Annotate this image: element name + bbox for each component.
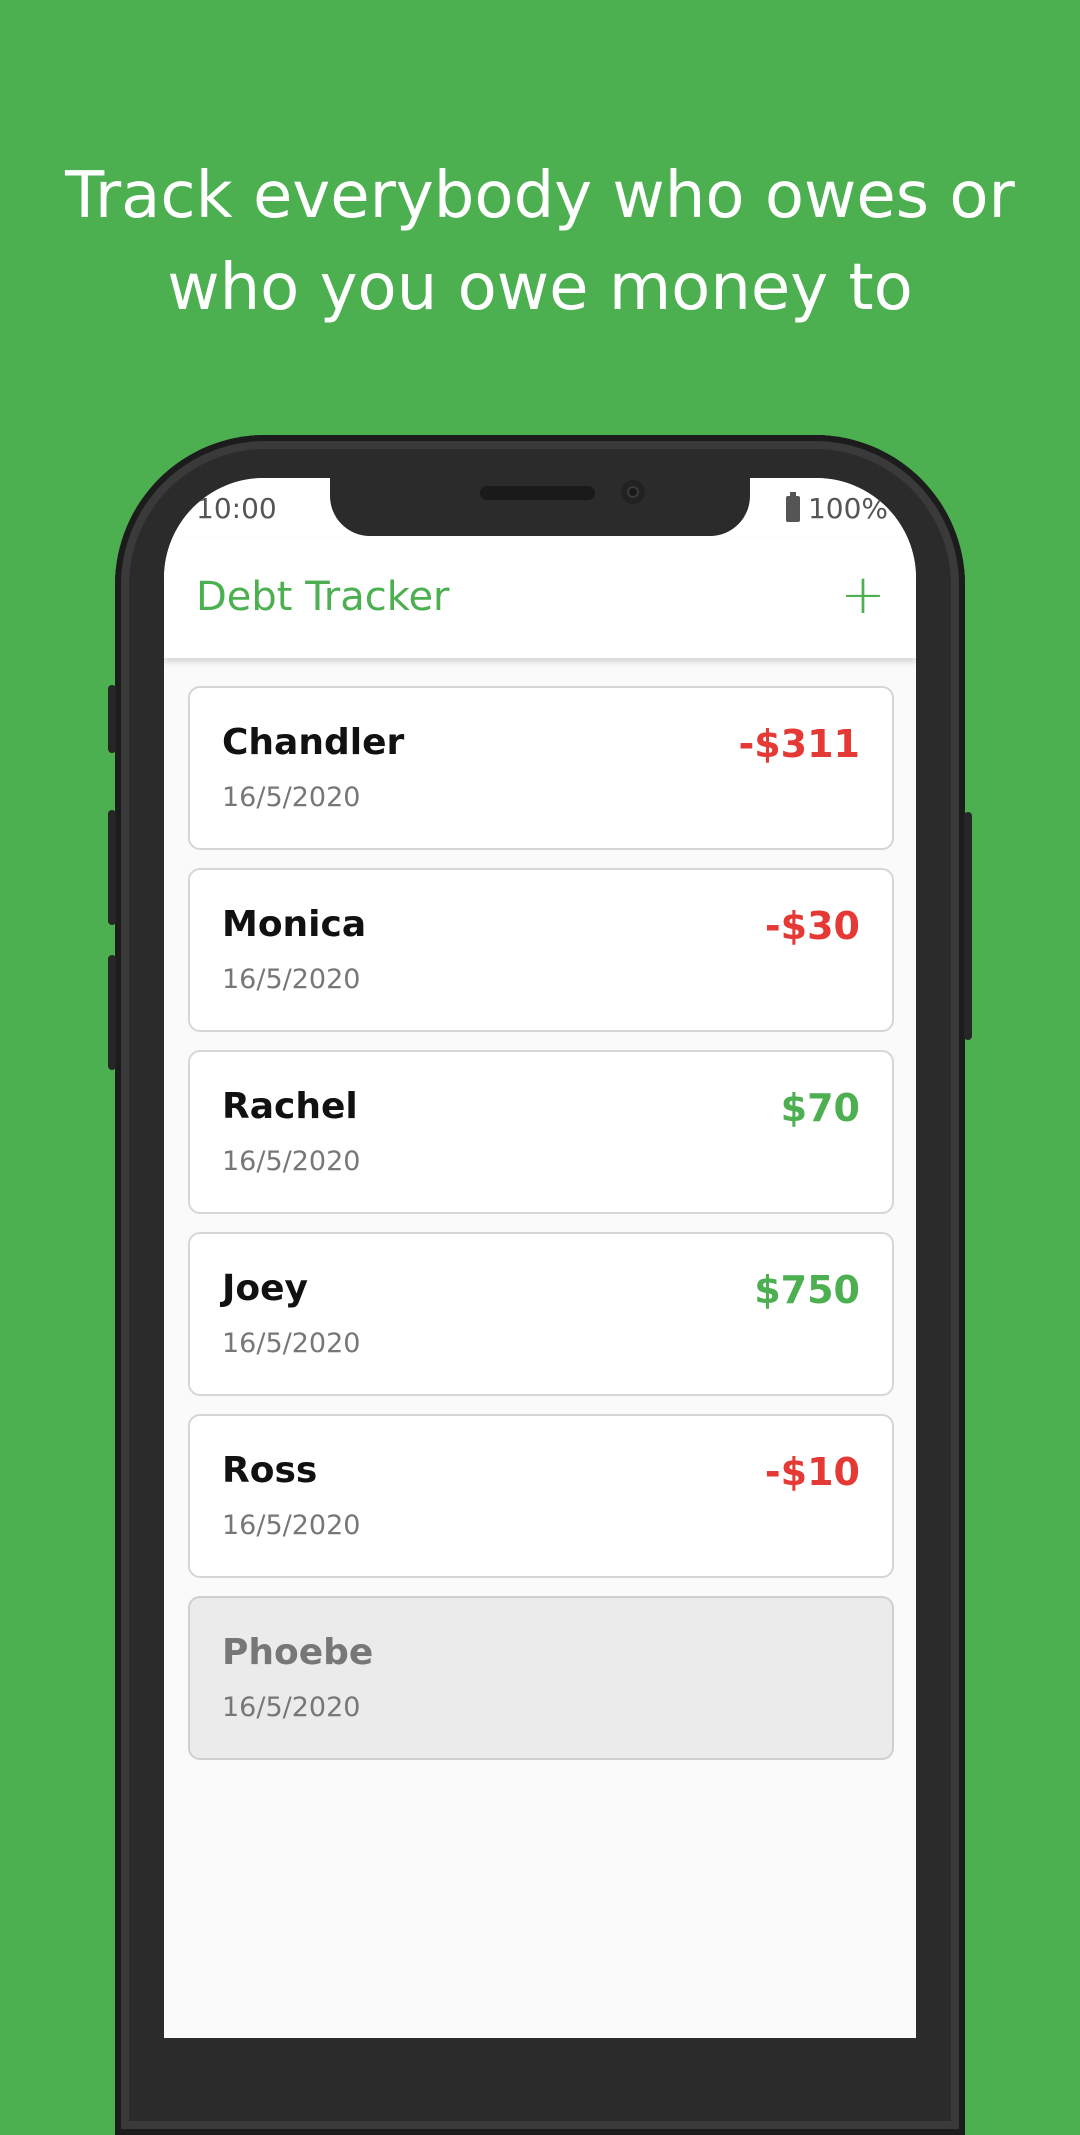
debt-date: 16/5/2020 — [222, 964, 361, 995]
debt-amount: $750 — [754, 1268, 860, 1312]
debt-person-name: Ross — [222, 1450, 318, 1491]
debt-date: 16/5/2020 — [222, 782, 361, 813]
debt-card[interactable]: Ross 16/5/2020 -$10 — [188, 1414, 894, 1578]
promo-headline: Track everybody who owes or who you owe … — [0, 150, 1080, 334]
debt-date: 16/5/2020 — [222, 1692, 361, 1723]
status-right: 100% — [785, 491, 888, 525]
phone-silent-switch — [108, 685, 116, 753]
debt-list: Chandler 16/5/2020 -$311 Monica 16/5/2020 -$3… — [188, 686, 894, 1778]
app-title: Debt Tracker — [196, 574, 450, 620]
debt-date: 16/5/2020 — [222, 1328, 361, 1359]
debt-card[interactable]: Monica 16/5/2020 -$30 — [188, 868, 894, 1032]
app-bar: Debt Tracker + — [164, 538, 916, 658]
debt-amount: $70 — [780, 1086, 860, 1130]
debt-card[interactable]: Joey 16/5/2020 $750 — [188, 1232, 894, 1396]
phone-notch — [330, 478, 750, 536]
debt-person-name: Joey — [222, 1268, 309, 1309]
debt-amount: -$10 — [764, 1450, 860, 1494]
phone-screen: 10:00 100% Debt Tracker + Chandler 16/5/2… — [164, 478, 916, 2038]
phone-volume-up-button — [108, 810, 116, 925]
debt-amount: -$30 — [764, 904, 860, 948]
debt-person-name: Monica — [222, 904, 367, 945]
speaker-grille — [480, 486, 595, 500]
debt-person-name: Chandler — [222, 722, 405, 763]
battery-percent: 100% — [807, 492, 888, 525]
debt-card[interactable]: Rachel 16/5/2020 $70 — [188, 1050, 894, 1214]
phone-power-button — [964, 812, 972, 1040]
debt-date: 16/5/2020 — [222, 1146, 361, 1177]
debt-amount: -$311 — [738, 722, 860, 766]
debt-person-name: Rachel — [222, 1086, 358, 1127]
headline-line-2: who you owe money to — [167, 251, 913, 325]
phone-volume-down-button — [108, 955, 116, 1070]
debt-person-name: Phoebe — [222, 1632, 374, 1673]
debt-date: 16/5/2020 — [222, 1510, 361, 1541]
headline-line-1: Track everybody who owes or — [65, 159, 1015, 233]
status-time: 10:00 — [196, 492, 277, 525]
debt-card[interactable]: Phoebe 16/5/2020 — [188, 1596, 894, 1760]
status-bar: 10:00 100% — [164, 478, 916, 538]
front-camera — [621, 480, 645, 504]
battery-full-icon — [785, 491, 800, 522]
add-icon[interactable]: + — [838, 568, 888, 622]
debt-card[interactable]: Chandler 16/5/2020 -$311 — [188, 686, 894, 850]
